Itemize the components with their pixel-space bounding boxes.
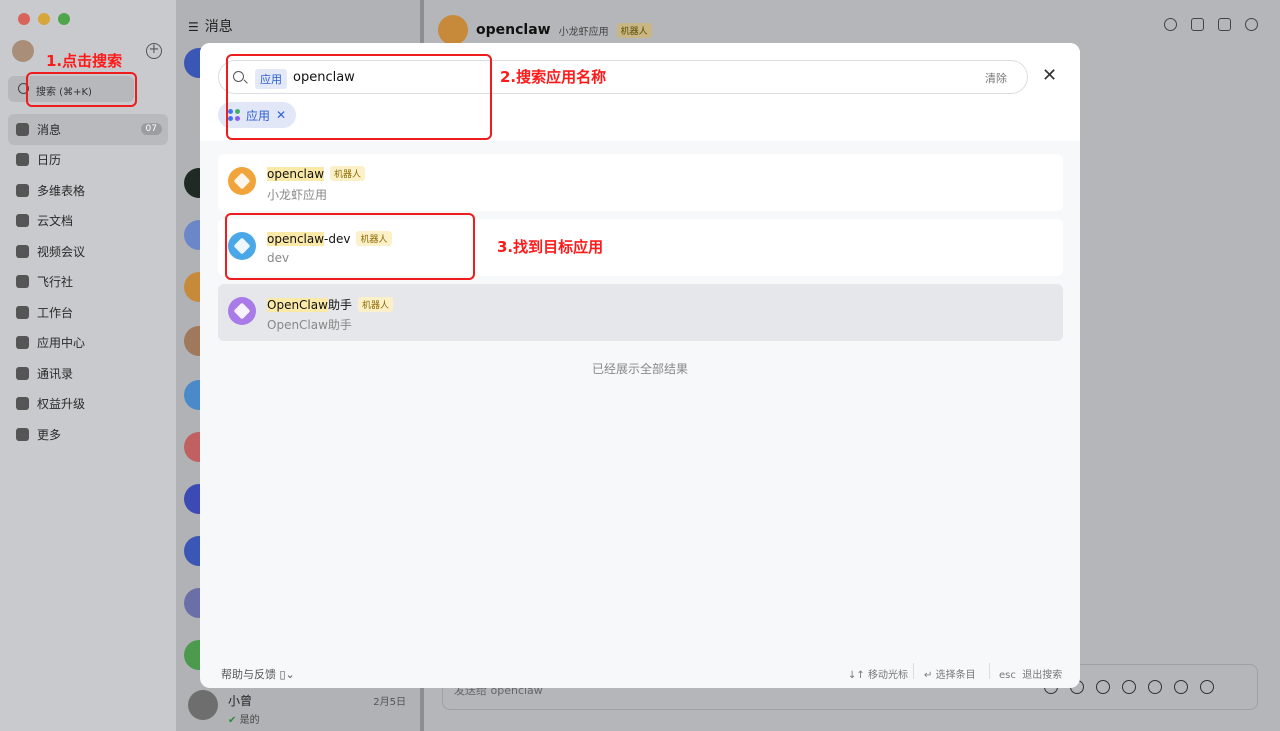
close-window-button[interactable] [18,13,30,25]
match-highlight: OpenClaw [267,298,328,312]
sidebar-item-label: 应用中心 [37,336,86,351]
clear-button[interactable]: 清除 [985,70,1007,86]
result-name-rest: 助手 [327,298,352,312]
conversation-item[interactable]: 小曾 2月5日 ✔ 是的 [188,690,420,726]
conversation-list-title: ☰ 消息 [188,19,233,35]
settings-icon[interactable] [1245,18,1258,31]
check-icon: ✔ [228,715,237,726]
message-preview: ✔ 是的 [228,715,260,726]
divider [913,663,914,679]
video-icon [16,244,29,258]
message-date: 2月5日 [373,697,406,708]
result-subtitle: 小龙虾应用 [267,188,328,202]
zoom-window-button[interactable] [58,13,70,25]
window-controls [18,13,70,25]
annotation-box-query [226,54,492,140]
bot-tag: 机器人 [357,297,393,312]
contacts-icon [16,366,29,380]
chat-title: openclaw [476,22,551,38]
end-of-results: 已经展示全部结果 [591,362,688,376]
close-icon[interactable]: ✕ [1042,67,1057,85]
sidebar-item-label: 日历 [37,153,62,168]
expand-icon[interactable] [1174,680,1188,694]
workspace-icon [16,305,29,319]
app-center-icon [16,336,29,350]
result-subtitle: OpenClaw助手 [267,318,352,332]
sidebar-item-10[interactable]: 更多 [8,419,168,450]
send-icon[interactable] [1200,680,1214,694]
search-result-row[interactable]: openclaw 机器人 小龙虾应用 [218,154,1063,211]
table-icon [16,183,29,197]
doc-icon: ▯⌄ [279,668,295,681]
calendar-icon [16,153,29,167]
document-icon [16,214,29,228]
sidebar-item-1[interactable]: 日历 [8,145,168,176]
sidebar-item-8[interactable]: 通讯录 [8,358,168,389]
user-avatar[interactable] [12,40,34,62]
match-highlight: openclaw [267,167,325,181]
sidebar-item-label: 通讯录 [37,366,74,381]
annotation-box-result [225,213,475,280]
move-cursor-hint: ↓↑ 移动光标 [848,670,908,681]
sidebar: + 搜索 (⌘+K) 消息 07 日历 多维表格 云文档 视频会议 飞行社 工作台 应用中心 通讯… [0,0,176,731]
unread-badge: 07 [140,123,162,136]
chat-header: openclaw 小龙虾应用 机器人 [438,15,652,45]
sidebar-item-label: 更多 [37,427,62,442]
bot-avatar[interactable] [438,15,468,45]
sidebar-item-3[interactable]: 云文档 [8,206,168,237]
chat-header-tools [1164,18,1258,31]
contact-avatar [188,690,218,720]
app-cube-icon [228,167,256,195]
annotation-step3: 3.找到目标应用 [497,238,604,256]
mention-icon[interactable] [1096,680,1110,694]
sidebar-item-9[interactable]: 权益升级 [8,389,168,420]
sidebar-item-6[interactable]: 工作台 [8,297,168,328]
search-footer: 帮助与反馈 ▯⌄ ↓↑ 移动光标 ↵ 选择条目 esc 退出搜索 [200,663,1080,688]
annotation-step1: 1.点击搜索 [46,52,123,70]
help-feedback-link[interactable]: 帮助与反馈 ▯⌄ [221,666,295,682]
exit-search-hint: esc 退出搜索 [999,670,1063,681]
app-window: + 搜索 (⌘+K) 消息 07 日历 多维表格 云文档 视频会议 飞行社 工作台 应用中心 通讯… [0,0,1280,731]
filter-icon[interactable]: ☰ [188,20,199,34]
divider [989,663,990,679]
sidebar-item-label: 工作台 [37,305,74,320]
chat-subtitle: 小龙虾应用 [558,26,609,38]
select-item-hint: ↵ 选择条目 [924,670,976,681]
add-attachment-icon[interactable] [1148,680,1162,694]
app-cube-icon [228,297,256,325]
community-icon [16,275,29,289]
diamond-icon [16,397,29,411]
sidebar-item-label: 权益升级 [37,397,86,412]
sidebar-item-2[interactable]: 多维表格 [8,175,168,206]
search-chat-icon[interactable] [1164,18,1177,31]
sidebar-item-label: 飞行社 [37,275,74,290]
contact-name: 小曾 [228,694,253,708]
annotation-step2: 2.搜索应用名称 [500,68,607,86]
more-icon [16,427,29,441]
done-icon[interactable] [1218,18,1231,31]
result-name: openclaw 机器人 [267,166,366,181]
chat-bubble-icon [16,122,29,136]
sidebar-item-7[interactable]: 应用中心 [8,328,168,359]
bot-tag: 机器人 [330,166,366,181]
sidebar-item-label: 云文档 [37,214,74,229]
new-window-icon[interactable] [1191,18,1204,31]
sidebar-item-label: 多维表格 [37,183,86,198]
bot-tag: 机器人 [616,22,652,38]
sidebar-item-4[interactable]: 视频会议 [8,236,168,267]
sidebar-item-label: 视频会议 [37,244,86,259]
sidebar-nav: 消息 07 日历多维表格云文档视频会议飞行社工作台应用中心通讯录权益升级更多 [8,114,168,450]
annotation-box-search [26,72,137,107]
search-result-row[interactable]: OpenClaw助手 机器人 OpenClaw助手 [218,284,1063,341]
scissors-icon[interactable] [1122,680,1136,694]
add-icon[interactable]: + [146,43,162,59]
sidebar-item-label: 消息 [37,122,62,137]
minimize-window-button[interactable] [38,13,50,25]
result-name: OpenClaw助手 机器人 [267,296,393,313]
sidebar-item-5[interactable]: 飞行社 [8,267,168,298]
sidebar-item-0[interactable]: 消息 07 [8,114,168,145]
